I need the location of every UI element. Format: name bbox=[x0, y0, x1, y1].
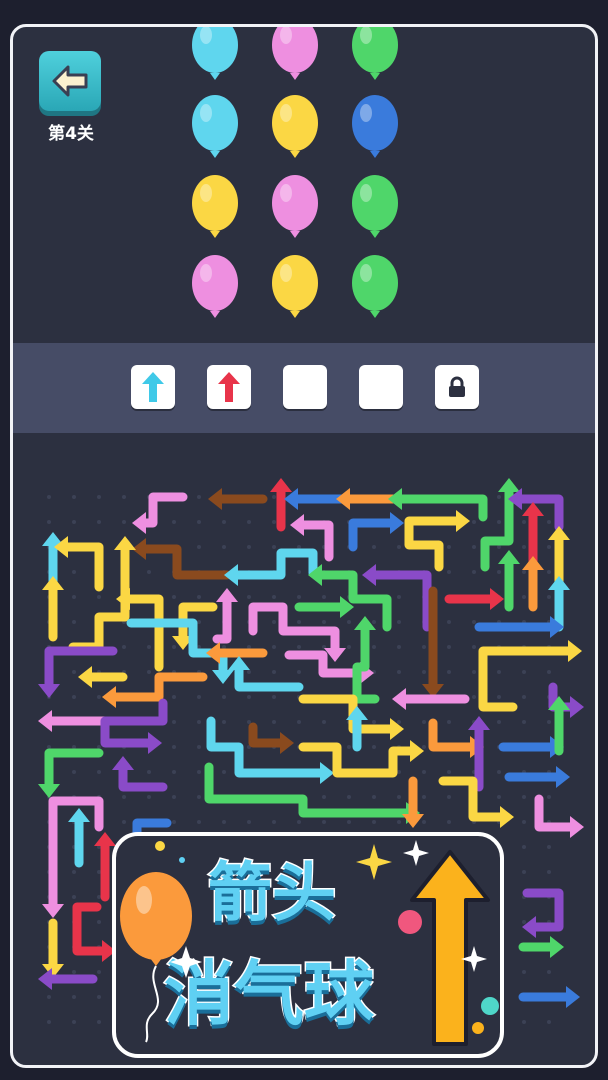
tray-slot-2[interactable] bbox=[207, 365, 251, 409]
maze-arrow[interactable] bbox=[100, 698, 168, 754]
maze-arrow[interactable] bbox=[388, 488, 488, 522]
back-button[interactable] bbox=[39, 51, 101, 111]
balloon-pink bbox=[192, 255, 238, 318]
title-banner: 箭头 消气球 bbox=[112, 832, 504, 1058]
balloon-pink bbox=[272, 27, 318, 80]
balloon-yellow bbox=[272, 255, 318, 318]
maze-arrow[interactable] bbox=[228, 656, 304, 692]
maze-arrow[interactable] bbox=[208, 488, 268, 510]
maze-arrow[interactable] bbox=[112, 756, 168, 792]
maze-arrow[interactable] bbox=[212, 588, 238, 644]
tray-slot-3[interactable] bbox=[283, 365, 327, 409]
maze-arrow[interactable] bbox=[352, 616, 380, 704]
maze-arrow[interactable] bbox=[404, 510, 470, 572]
maze-arrow[interactable] bbox=[42, 796, 104, 918]
maze-arrow[interactable] bbox=[504, 766, 570, 788]
cyan-up-arrow-icon bbox=[142, 372, 164, 402]
maze-arrow[interactable] bbox=[72, 902, 116, 962]
maze-arrow[interactable] bbox=[248, 722, 294, 754]
maze-arrow[interactable] bbox=[522, 556, 544, 612]
back-arrow-icon bbox=[52, 65, 88, 97]
maze-arrow[interactable] bbox=[42, 576, 64, 642]
balloon-pink bbox=[272, 175, 318, 238]
maze-arrow[interactable] bbox=[206, 716, 334, 784]
maze-arrow[interactable] bbox=[132, 492, 188, 534]
maze-arrow[interactable] bbox=[518, 936, 564, 958]
balloon-blue bbox=[352, 95, 398, 158]
sparkle-decorations bbox=[155, 840, 499, 1034]
maze-arrow[interactable] bbox=[444, 588, 504, 610]
tray-slot-1[interactable] bbox=[131, 365, 175, 409]
maze-arrow[interactable] bbox=[206, 642, 268, 664]
maze-arrow[interactable] bbox=[78, 666, 128, 688]
maze-arrow[interactable] bbox=[534, 794, 584, 838]
balloon-green bbox=[352, 27, 398, 80]
maze-arrow[interactable] bbox=[54, 536, 104, 592]
balloon-yellow bbox=[192, 175, 238, 238]
maze-arrow[interactable] bbox=[522, 888, 564, 938]
arrow-tray bbox=[13, 343, 595, 433]
level-label: 第4关 bbox=[48, 124, 94, 144]
balloon-green bbox=[352, 255, 398, 318]
maze-arrow[interactable] bbox=[42, 918, 64, 978]
maze-arrow[interactable] bbox=[518, 986, 580, 1008]
maze-arrow[interactable] bbox=[284, 488, 348, 510]
lock-icon bbox=[449, 376, 465, 397]
maze-arrow[interactable] bbox=[480, 478, 520, 572]
balloon-yellow bbox=[272, 95, 318, 158]
maze-arrow[interactable] bbox=[38, 748, 104, 798]
tray-slot-4[interactable] bbox=[359, 365, 403, 409]
maze-arrow[interactable] bbox=[474, 616, 564, 638]
maze-arrow[interactable] bbox=[38, 968, 98, 990]
red-up-arrow-icon bbox=[218, 372, 240, 402]
maze-arrow[interactable] bbox=[348, 512, 404, 552]
maze-arrow[interactable] bbox=[336, 488, 398, 510]
maze-arrow[interactable] bbox=[38, 710, 110, 732]
balloon-cyan bbox=[192, 95, 238, 158]
balloon-green bbox=[352, 175, 398, 238]
maze-arrow[interactable] bbox=[102, 672, 208, 708]
maze-arrow[interactable] bbox=[132, 538, 232, 580]
balloon-cyan bbox=[192, 27, 238, 80]
maze-arrow[interactable] bbox=[402, 776, 424, 828]
maze-arrow[interactable] bbox=[294, 596, 354, 618]
maze-arrow[interactable] bbox=[68, 808, 90, 868]
tray-slot-locked[interactable] bbox=[435, 365, 479, 409]
maze-arrow[interactable] bbox=[224, 548, 318, 586]
